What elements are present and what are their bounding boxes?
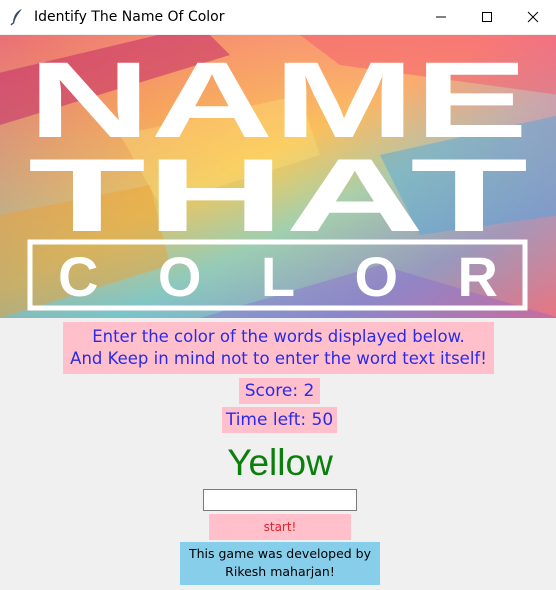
score-label: Score: 2 xyxy=(239,378,320,404)
credit-line-2: Rikesh maharjan! xyxy=(225,564,335,579)
time-left-label: Time left: 50 xyxy=(222,407,337,433)
start-button[interactable]: start! xyxy=(209,514,351,540)
instructions-label: Enter the color of the words displayed b… xyxy=(63,322,494,374)
banner-line-that: THAT xyxy=(28,138,528,254)
instructions-line-1: Enter the color of the words displayed b… xyxy=(92,327,465,346)
window-titlebar: Identify The Name Of Color xyxy=(0,0,556,34)
minimize-button[interactable] xyxy=(418,0,464,34)
feather-icon xyxy=(10,8,24,26)
color-answer-input[interactable] xyxy=(203,489,357,511)
close-button[interactable] xyxy=(510,0,556,34)
instructions-line-2: And Keep in mind not to enter the word t… xyxy=(70,349,487,368)
banner-text: NAME THAT xyxy=(28,39,528,254)
window-title: Identify The Name Of Color xyxy=(34,9,225,25)
minimize-icon xyxy=(436,16,446,18)
credit-label: This game was developed by Rikesh maharj… xyxy=(180,542,380,585)
maximize-button[interactable] xyxy=(464,0,510,34)
credit-line-1: This game was developed by xyxy=(188,546,372,561)
close-icon xyxy=(527,11,539,23)
color-word-label: Yellow xyxy=(227,442,333,483)
name-that-color-banner: NAME THAT COLOR xyxy=(0,35,556,318)
maximize-icon xyxy=(482,12,492,22)
